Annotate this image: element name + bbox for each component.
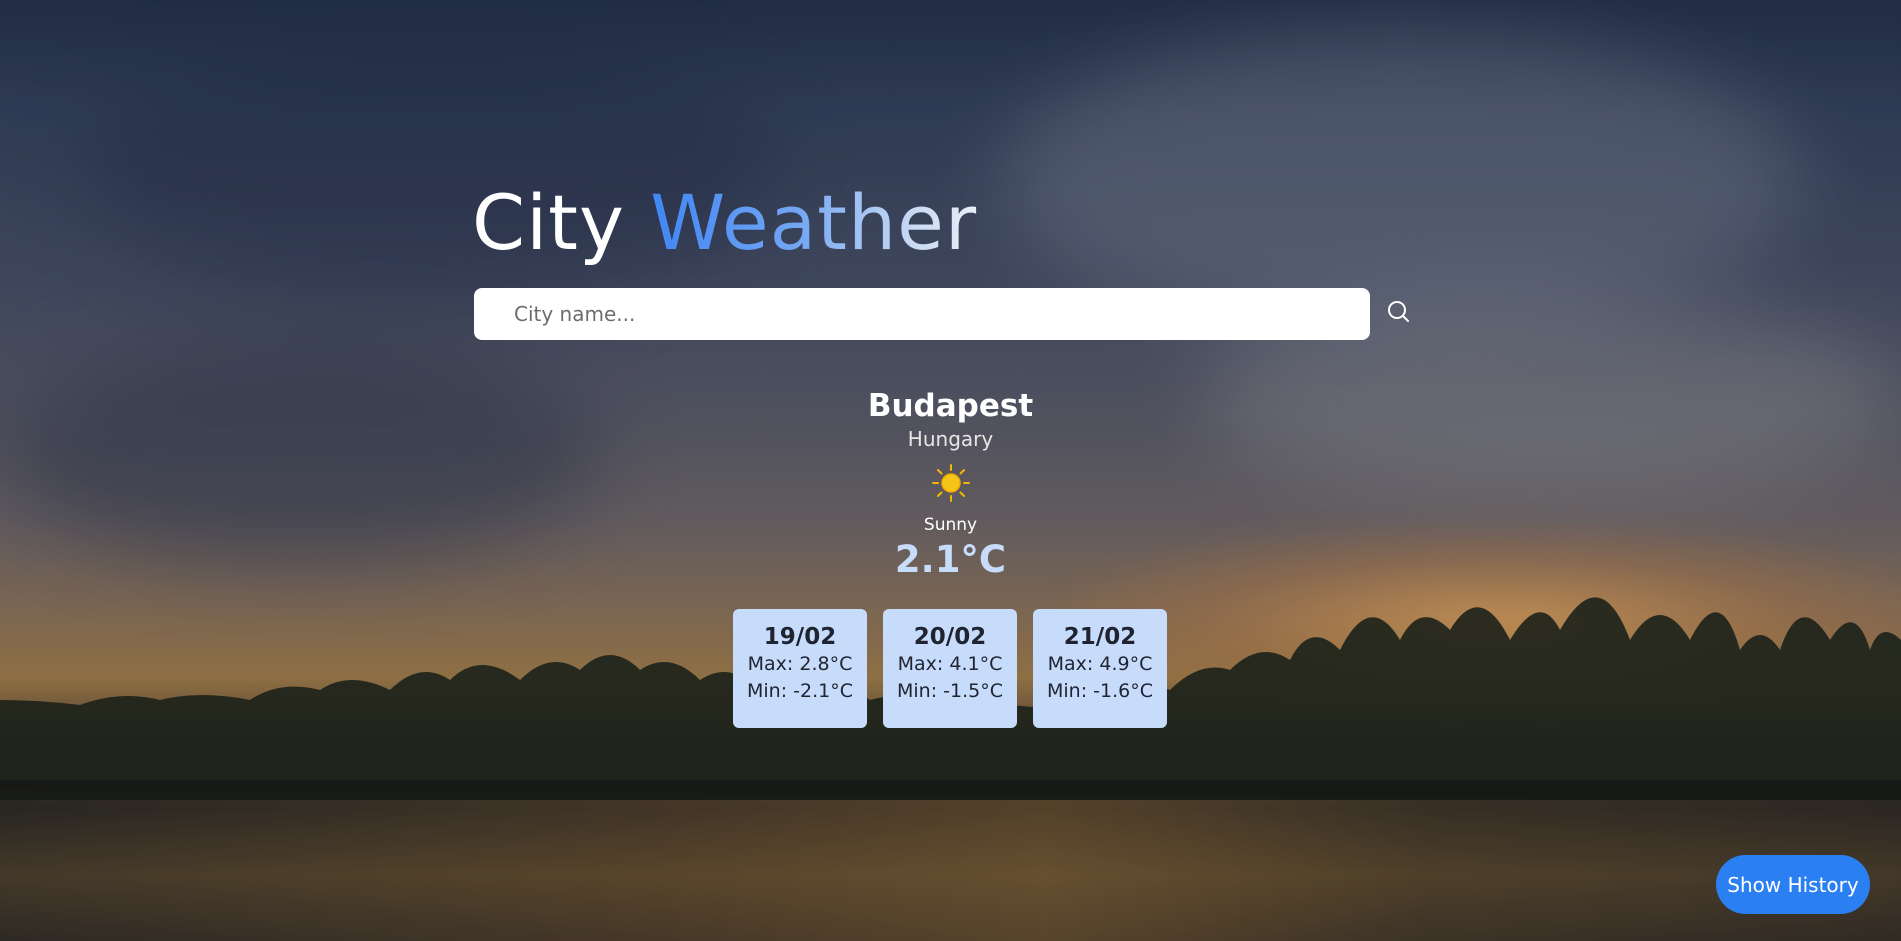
forecast-min: Min: -1.6°C: [1047, 680, 1153, 703]
current-weather: Budapest Hungary Sunny 2.1°C: [0, 380, 1901, 582]
sun-icon: [931, 464, 970, 503]
country-name: Hungary: [907, 427, 994, 452]
forecast-card: 20/02 Max: 4.1°C Min: -1.5°C: [883, 609, 1017, 728]
city-search-input[interactable]: [474, 288, 1370, 340]
forecast-max: Max: 2.8°C: [747, 653, 853, 676]
forecast-min: Min: -1.5°C: [897, 680, 1003, 703]
forecast-date: 21/02: [1063, 624, 1137, 650]
title-city-text: City: [472, 178, 651, 267]
app-title: City Weather: [472, 185, 977, 261]
forecast-card: 19/02 Max: 2.8°C Min: -2.1°C: [733, 609, 867, 728]
weather-condition-icon: [931, 463, 971, 503]
search-button[interactable]: [1384, 298, 1414, 328]
forecast-max: Max: 4.9°C: [1047, 653, 1153, 676]
search-icon: [1388, 301, 1409, 322]
forecast-date: 19/02: [763, 624, 837, 650]
forecast-min: Min: -2.1°C: [747, 680, 853, 703]
forecast-card: 21/02 Max: 4.9°C Min: -1.6°C: [1033, 609, 1167, 728]
forecast-list: 19/02 Max: 2.8°C Min: -2.1°C 20/02 Max: …: [733, 609, 1167, 728]
forecast-max: Max: 4.1°C: [897, 653, 1003, 676]
show-history-button[interactable]: Show History: [1716, 855, 1870, 914]
current-temperature: 2.1°C: [894, 537, 1007, 581]
title-weather-text: Weather: [650, 178, 978, 267]
weather-condition: Sunny: [923, 515, 978, 536]
city-name: Budapest: [867, 388, 1034, 424]
forecast-date: 20/02: [913, 624, 987, 650]
